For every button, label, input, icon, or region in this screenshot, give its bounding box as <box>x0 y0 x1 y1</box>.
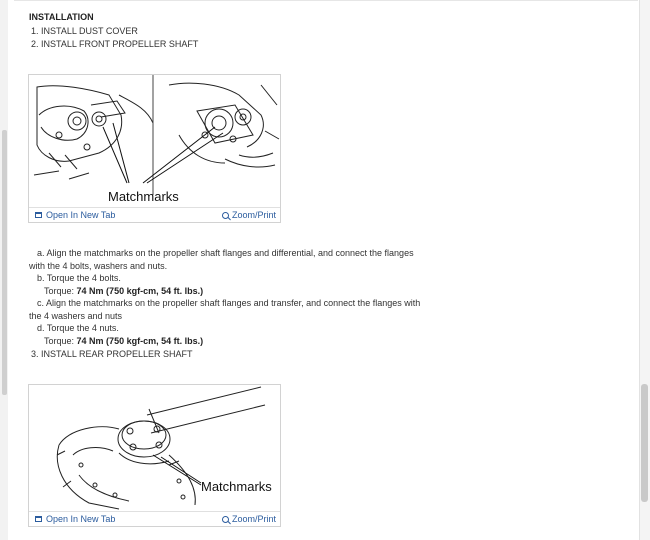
figure-1-label: Matchmarks <box>108 189 179 204</box>
magnifier-icon <box>221 515 229 523</box>
step-2: 2. INSTALL FRONT PROPELLER SHAFT <box>31 39 199 49</box>
figure-1-zoom-link[interactable]: Zoom/Print <box>221 210 276 220</box>
figure-1-open-link[interactable]: Open In New Tab <box>35 210 115 220</box>
step-1: 1. INSTALL DUST COVER <box>31 26 138 36</box>
figure-2-open-link[interactable]: Open In New Tab <box>35 514 115 524</box>
torque-value: 74 Nm (750 kgf-cm, 54 ft. lbs.) <box>76 336 204 346</box>
figure-2-zoom-link[interactable]: Zoom/Print <box>221 514 276 524</box>
top-divider <box>14 0 638 1</box>
magnifier-icon <box>221 211 229 219</box>
figure-1-toolbar: Open In New Tab Zoom/Print <box>29 208 280 222</box>
figure-2-zoom-label: Zoom/Print <box>231 514 276 524</box>
left-scrollbar-thumb[interactable] <box>2 130 7 395</box>
substep-a-line1: a. Align the matchmarks on the propeller… <box>37 248 414 258</box>
section-heading: INSTALLATION <box>29 12 94 22</box>
step-3: 3. INSTALL REAR PROPELLER SHAFT <box>31 349 193 359</box>
new-tab-icon <box>35 212 42 218</box>
figure-1-zoom-label: Zoom/Print <box>231 210 276 220</box>
new-tab-icon <box>35 516 42 522</box>
figure-rear-propeller-shaft: Matchmarks Open In New Tab Zoom/Print <box>28 384 281 527</box>
torque-label: Torque: <box>44 286 75 296</box>
right-scrollbar-thumb[interactable] <box>641 384 648 502</box>
substep-c-line2: the 4 washers and nuts <box>29 311 123 321</box>
substep-a-line2: with the 4 bolts, washers and nuts. <box>29 261 168 271</box>
torque-line-1: Torque: 74 Nm (750 kgf-cm, 54 ft. lbs.) <box>44 286 203 296</box>
figure-2-toolbar: Open In New Tab Zoom/Print <box>29 512 280 526</box>
figure-2-label: Matchmarks <box>201 479 272 494</box>
figure-front-propeller-shaft: Matchmarks Open In New Tab Zoom/Print <box>28 74 281 223</box>
front-shaft-drawing: Matchmarks <box>33 75 280 204</box>
substep-c-line1: c. Align the matchmarks on the propeller… <box>37 298 421 308</box>
figure-2-illustration[interactable]: Matchmarks <box>29 385 280 512</box>
substep-d: d. Torque the 4 nuts. <box>37 323 119 333</box>
rear-shaft-drawing: Matchmarks <box>56 386 272 510</box>
figure-1-illustration[interactable]: Matchmarks <box>29 75 280 208</box>
torque-line-2: Torque: 74 Nm (750 kgf-cm, 54 ft. lbs.) <box>44 336 203 346</box>
page: INSTALLATION 1. INSTALL DUST COVER 2. IN… <box>0 0 650 540</box>
figure-1-open-label: Open In New Tab <box>46 210 116 220</box>
substep-b: b. Torque the 4 bolts. <box>37 273 121 283</box>
figure-2-open-label: Open In New Tab <box>46 514 116 524</box>
torque-value: 74 Nm (750 kgf-cm, 54 ft. lbs.) <box>76 286 204 296</box>
torque-label: Torque: <box>44 336 75 346</box>
